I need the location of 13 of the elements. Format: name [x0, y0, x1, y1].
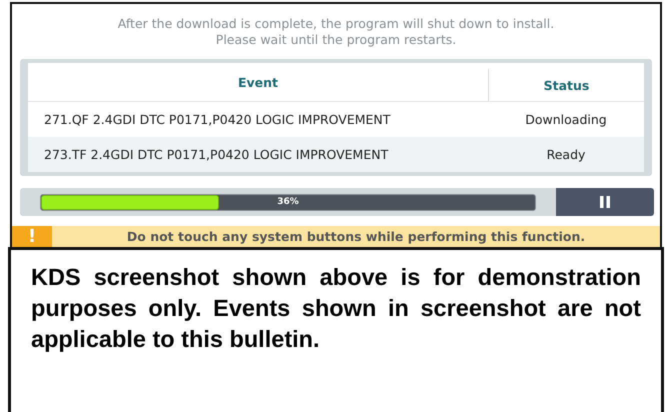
warning-text: Do not touch any system buttons while performing this function.	[126, 228, 586, 246]
instruction-text: After the download is complete, the program will shut down to install.	[118, 16, 554, 32]
caption-text: KDS screenshot shown above is for demonstration purposes only. Events shown in screenshot are not applicable to this bulletin.	[31, 263, 641, 354]
event-row[interactable]: 273.TF 2.4GDI DTC P0171,P0420 LOGIC IMPROVEMENT Ready	[28, 137, 644, 172]
instruction-text: Please wait until the program restarts.	[216, 32, 456, 48]
event-cell-text: 273.TF 2.4GDI DTC P0171,P0420 LOGIC IMPROVEMENT	[43, 147, 390, 162]
event-cell-text: 271.QF 2.4GDI DTC P0171,P0420 LOGIC IMPROVEMENT	[43, 112, 392, 128]
warning-icon: !	[12, 226, 52, 247]
status-cell-text: Ready	[546, 147, 586, 162]
column-header: Status	[488, 69, 644, 102]
column-header: Event	[236, 74, 280, 90]
progress-reading: 36%	[277, 197, 299, 208]
status-cell-text: Downloading	[524, 112, 608, 128]
